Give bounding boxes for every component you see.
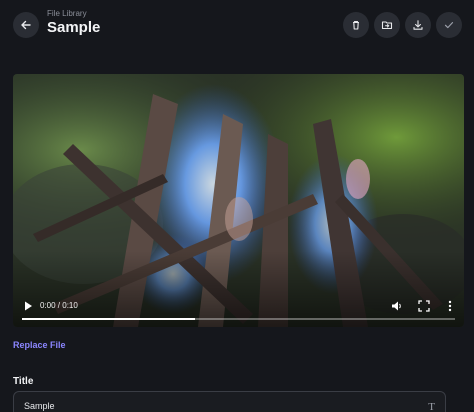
fullscreen-icon[interactable] (417, 299, 431, 313)
arrow-left-icon (21, 20, 31, 30)
page-title: Sample (47, 19, 101, 36)
video-progress-fill (22, 318, 196, 320)
title-field-label: Title (13, 376, 34, 387)
move-button[interactable] (374, 12, 400, 38)
replace-file-link[interactable]: Replace File (13, 340, 66, 350)
title-field[interactable]: T (13, 391, 446, 412)
header: File Library Sample (0, 0, 474, 50)
video-player[interactable]: 0:00 / 0:10 (13, 74, 464, 327)
delete-button[interactable] (343, 12, 369, 38)
video-frame (13, 74, 464, 327)
download-icon (413, 20, 423, 30)
video-controls: 0:00 / 0:10 (13, 291, 464, 327)
check-icon (444, 22, 454, 29)
download-button[interactable] (405, 12, 431, 38)
play-icon[interactable] (21, 299, 35, 313)
volume-icon[interactable] (390, 299, 404, 313)
back-button[interactable] (13, 12, 39, 38)
more-options-icon[interactable] (444, 299, 456, 313)
confirm-button[interactable] (436, 12, 462, 38)
time-display: 0:00 / 0:10 (40, 301, 78, 310)
trash-icon (353, 20, 359, 30)
folder-move-icon (381, 21, 393, 30)
breadcrumb: File Library (47, 9, 87, 18)
title-input[interactable] (24, 401, 404, 411)
text-type-icon: T (428, 401, 435, 412)
